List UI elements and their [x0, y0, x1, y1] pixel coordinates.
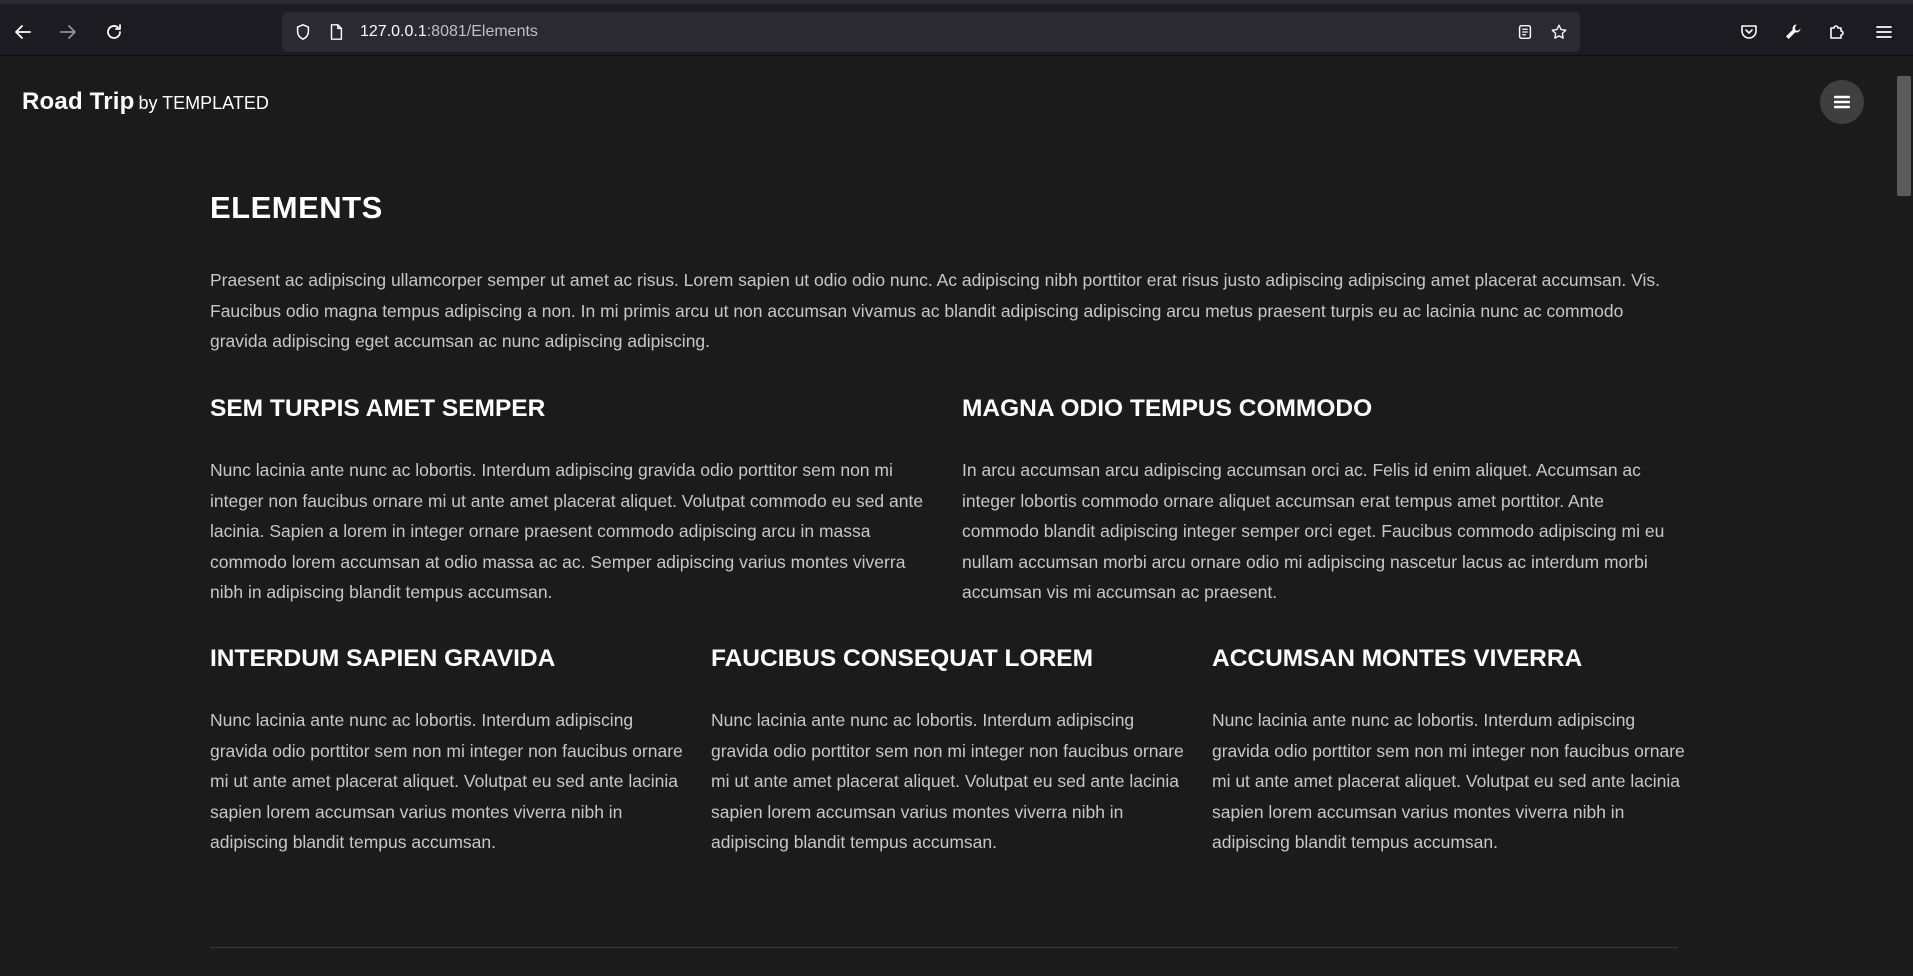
shield-icon[interactable]: [293, 22, 313, 42]
three-col-heading: FAUCIBUS CONSEQUAT LOREM: [711, 645, 1094, 672]
page-scrollbar[interactable]: [1895, 56, 1913, 976]
wrench-icon: [1786, 24, 1801, 39]
three-col-paragraph: Nunc lacinia ante nunc ac lobortis. Inte…: [711, 710, 1184, 852]
pocket-icon: [1741, 25, 1757, 39]
two-col-heading: SEM TURPIS AMET SEMPER: [210, 395, 546, 422]
url-path: :8081/Elements: [426, 23, 538, 40]
brand-name: Road Trip: [22, 88, 135, 115]
url-host: 127.0.0.1: [360, 23, 427, 40]
page-icon: [326, 22, 346, 42]
browser-toolbar: 127.0.0.1:8081/Elements: [0, 0, 1913, 56]
url-text[interactable]: 127.0.0.1:8081/Elements: [360, 22, 538, 42]
scrollbar-thumb[interactable]: [1897, 76, 1911, 196]
back-button[interactable]: [7, 16, 39, 48]
intro-paragraph: Praesent ac adipiscing ullamcorper sempe…: [210, 270, 1661, 351]
reload-button[interactable]: [98, 16, 130, 48]
extensions-button[interactable]: [1821, 16, 1853, 48]
reader-view-icon[interactable]: [1515, 22, 1535, 42]
arrow-right-icon: [60, 25, 76, 39]
page-title: ELEMENTS: [210, 190, 383, 225]
reload-icon: [107, 24, 121, 39]
menu-toggle-button[interactable]: [1820, 80, 1864, 124]
brand-byline: by TEMPLATED: [138, 93, 269, 113]
section-divider: [210, 947, 1678, 948]
url-bar[interactable]: 127.0.0.1:8081/Elements: [282, 12, 1580, 52]
pocket-button[interactable]: [1733, 16, 1765, 48]
three-col-heading: INTERDUM SAPIEN GRAVIDA: [210, 645, 556, 672]
three-col-paragraph: Nunc lacinia ante nunc ac lobortis. Inte…: [210, 710, 683, 852]
arrow-left-icon: [15, 25, 31, 39]
three-col-paragraph: Nunc lacinia ante nunc ac lobortis. Inte…: [1212, 710, 1685, 852]
app-menu-button[interactable]: [1868, 16, 1900, 48]
puzzle-icon: [1830, 25, 1844, 39]
two-col-paragraph: Nunc lacinia ante nunc ac lobortis. Inte…: [210, 460, 924, 602]
hamburger-icon: [1876, 26, 1892, 38]
two-col-heading: MAGNA ODIO TEMPUS COMMODO: [962, 395, 1373, 422]
forward-button[interactable]: [52, 16, 84, 48]
two-col-paragraph: In arcu accumsan arcu adipiscing accumsa…: [962, 460, 1665, 602]
dev-tools-button[interactable]: [1777, 16, 1809, 48]
three-col-heading: ACCUMSAN MONTES VIVERRA: [1212, 645, 1583, 672]
menu-icon: [1834, 95, 1850, 109]
bookmark-star-icon[interactable]: [1549, 22, 1569, 42]
page-content: Road Trip by TEMPLATED ELEMENTS Praesent …: [0, 56, 1895, 976]
site-brand[interactable]: Road Trip by TEMPLATED: [22, 88, 269, 116]
